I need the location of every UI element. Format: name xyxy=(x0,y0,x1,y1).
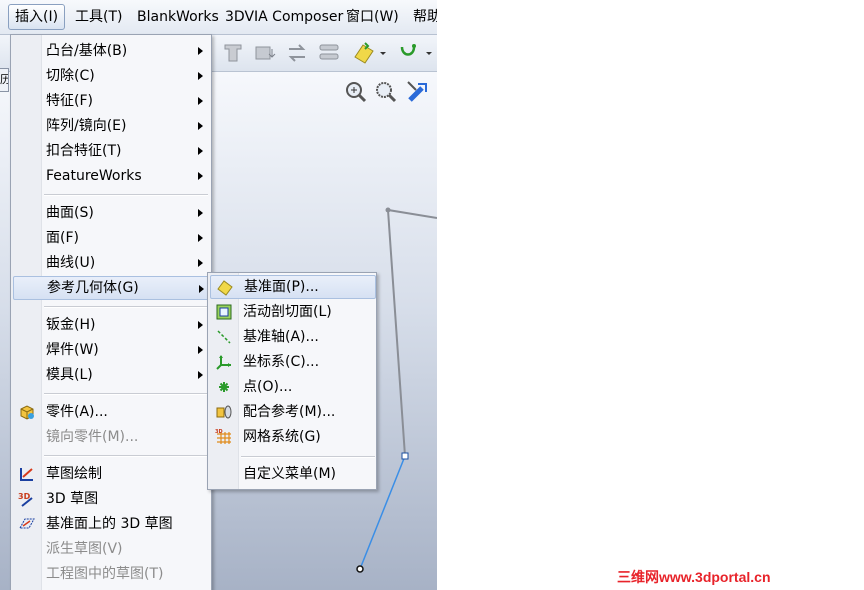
menu-item-label: 参考几何体(G) xyxy=(47,280,139,296)
submenu-arrow-icon xyxy=(198,72,203,80)
menu-separator xyxy=(44,393,208,395)
menu-item-face[interactable]: 面(F) xyxy=(13,226,209,250)
menu-item-customize-menu[interactable]: 自定义菜单(M) xyxy=(210,462,374,486)
part-icon xyxy=(20,405,34,420)
menu-item-label: 钣金(H) xyxy=(46,317,96,333)
menu-item-label: 模具(L) xyxy=(46,367,93,383)
feature-manager-tab[interactable]: 历 xyxy=(0,68,9,92)
menu-item-surface[interactable]: 曲面(S) xyxy=(13,201,209,225)
menu-item-3d-sketch-on-plane[interactable]: 基准面上的 3D 草图 xyxy=(13,512,209,536)
menu-item-plane[interactable]: 基准面(P)... xyxy=(210,275,376,299)
solidworks-window: 插入(I) 工具(T) BlankWorks 3DVIA Composer 窗口… xyxy=(0,0,437,590)
submenu-arrow-icon xyxy=(198,147,203,155)
menu-item-label: 点(O)... xyxy=(243,379,293,395)
sketch-point[interactable] xyxy=(385,207,391,213)
menu-item-label: 切除(C) xyxy=(46,68,95,84)
menu-item-coordinate-system[interactable]: 坐标系(C)... xyxy=(210,350,374,374)
menu-item-label: 配合参考(M)... xyxy=(243,404,336,420)
reference-geometry-submenu: 基准面(P)... 活动剖切面(L) 基准轴(A)... 坐标系(C)... 点… xyxy=(207,272,377,490)
menu-item-label: FeatureWorks xyxy=(46,168,142,184)
menu-item-sketch[interactable]: 草图绘制 xyxy=(13,462,209,486)
menu-item-mirror-part: 镜向零件(M)... xyxy=(13,425,209,449)
insert-menu: 凸台/基体(B) 切除(C) 特征(F) 阵列/镜向(E) 扣合特征(T) Fe… xyxy=(10,34,212,590)
menu-item-label: 活动剖切面(L) xyxy=(243,304,332,320)
submenu-arrow-icon xyxy=(199,285,204,293)
menu-item-label: 派生草图(V) xyxy=(46,541,123,557)
menu-item-derived-sketch: 派生草图(V) xyxy=(13,537,209,561)
menu-item-label: 草图绘制 xyxy=(46,466,102,482)
menu-item-label: 3D 草图 xyxy=(46,491,99,507)
coordinate-system-icon xyxy=(216,355,231,370)
menu-item-grid-system[interactable]: 3D 网格系统(G) xyxy=(210,425,374,449)
sketch-endpoint-handle[interactable] xyxy=(401,452,409,460)
menu-item-pattern-mirror[interactable]: 阵列/镜向(E) xyxy=(13,114,209,138)
submenu-arrow-icon xyxy=(198,97,203,105)
submenu-arrow-icon xyxy=(198,346,203,354)
plane-icon xyxy=(217,280,233,296)
menu-item-label: 零件(A)... xyxy=(46,404,108,420)
menu-separator xyxy=(44,194,208,196)
menu-item-3d-sketch[interactable]: 3D 3D 草图 xyxy=(13,487,209,511)
sketch-point[interactable] xyxy=(356,565,364,573)
menu-item-label: 特征(F) xyxy=(46,93,93,109)
menu-item-label: 基准面(P)... xyxy=(244,279,319,295)
menu-item-label: 自定义菜单(M) xyxy=(243,466,337,482)
sketch-icon xyxy=(20,468,33,481)
menu-item-label: 阵列/镜向(E) xyxy=(46,118,127,134)
menu-item-part[interactable]: 零件(A)... xyxy=(13,400,209,424)
menu-item-label: 网格系统(G) xyxy=(243,429,321,445)
menu-item-label: 基准轴(A)... xyxy=(243,329,319,345)
submenu-arrow-icon xyxy=(198,321,203,329)
menu-item-reference-geometry[interactable]: 参考几何体(G) xyxy=(13,276,211,300)
menu-item-fastening-feature[interactable]: 扣合特征(T) xyxy=(13,139,209,163)
live-section-plane-icon xyxy=(216,304,232,320)
submenu-arrow-icon xyxy=(198,259,203,267)
sketch-line-gray[interactable] xyxy=(386,208,437,457)
menu-item-label: 坐标系(C)... xyxy=(243,354,320,370)
3d-sketch-icon: 3D xyxy=(18,492,33,507)
menu-separator xyxy=(241,456,375,458)
submenu-arrow-icon xyxy=(198,209,203,217)
submenu-arrow-icon xyxy=(198,371,203,379)
submenu-arrow-icon xyxy=(198,122,203,130)
menu-item-mate-reference[interactable]: 配合参考(M)... xyxy=(210,400,374,424)
submenu-arrow-icon xyxy=(198,234,203,242)
mate-reference-icon xyxy=(216,405,232,419)
point-icon xyxy=(219,382,229,392)
submenu-arrow-icon xyxy=(198,47,203,55)
submenu-arrow-icon xyxy=(198,172,203,180)
menu-separator xyxy=(44,455,208,457)
menu-item-features[interactable]: 特征(F) xyxy=(13,89,209,113)
menu-separator xyxy=(44,306,208,308)
menu-item-sketch-from-drawing: 工程图中的草图(T) xyxy=(13,562,209,586)
grid-system-icon: 3D xyxy=(215,429,231,444)
menu-item-cut[interactable]: 切除(C) xyxy=(13,64,209,88)
menu-item-axis[interactable]: 基准轴(A)... xyxy=(210,325,374,349)
axis-icon xyxy=(217,330,231,344)
menu-item-label: 扣合特征(T) xyxy=(46,143,122,159)
menu-item-label: 曲面(S) xyxy=(46,205,94,221)
menu-item-label: 镜向零件(M)... xyxy=(46,429,139,445)
menu-item-label: 工程图中的草图(T) xyxy=(46,566,164,582)
menu-item-sheet-metal[interactable]: 钣金(H) xyxy=(13,313,209,337)
menu-item-live-section-plane[interactable]: 活动剖切面(L) xyxy=(210,300,374,324)
menu-item-label: 基准面上的 3D 草图 xyxy=(46,516,173,532)
menu-item-curve[interactable]: 曲线(U) xyxy=(13,251,209,275)
3d-sketch-on-plane-icon xyxy=(19,518,35,529)
menu-item-point[interactable]: 点(O)... xyxy=(210,375,374,399)
menu-item-weldments[interactable]: 焊件(W) xyxy=(13,338,209,362)
menu-item-label: 凸台/基体(B) xyxy=(46,43,128,59)
menu-item-label: 曲线(U) xyxy=(46,255,96,271)
svg-text:3D: 3D xyxy=(215,429,223,435)
site-watermark: 三维网www.3dportal.cn xyxy=(617,569,771,585)
menu-item-label: 焊件(W) xyxy=(46,342,99,358)
menu-item-label: 面(F) xyxy=(46,230,79,246)
menu-item-featureworks[interactable]: FeatureWorks xyxy=(13,164,209,188)
menu-item-molds[interactable]: 模具(L) xyxy=(13,363,209,387)
menu-item-boss-base[interactable]: 凸台/基体(B) xyxy=(13,39,209,63)
